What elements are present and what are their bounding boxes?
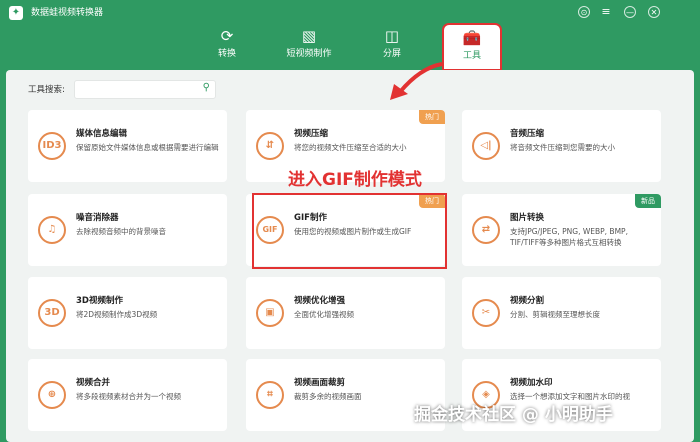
- card-title: 视频画面裁剪: [294, 378, 346, 388]
- audio-compress-icon: ◁|: [472, 132, 500, 160]
- card-noise-remover[interactable]: ♫ 噪音消除器 去除视频音频中的背景噪音: [28, 194, 227, 266]
- crop-icon: ⌗: [256, 381, 284, 409]
- enhance-icon: ▣: [256, 299, 284, 327]
- close-button[interactable]: ✕: [648, 6, 660, 18]
- card-title: 3D视频制作: [76, 296, 123, 306]
- search-input[interactable]: ⚲: [74, 80, 216, 99]
- tab-tools[interactable]: 🧰 工具: [442, 23, 502, 71]
- 3d-icon: 3D: [38, 299, 66, 327]
- image-icon: ▧: [301, 27, 317, 45]
- app-title: 数据蛙视频转换器: [31, 8, 104, 18]
- card-video-enhance[interactable]: ▣ 视频优化增强 全面优化增强视频: [246, 277, 445, 349]
- new-badge: 新品: [635, 194, 661, 208]
- headphones-icon: ♫: [38, 216, 66, 244]
- search-icon[interactable]: ⚲: [203, 82, 210, 93]
- card-image-convert[interactable]: ⇄ 图片转换 支持JPG/JPEG, PNG, WEBP, BMP, TIF/T…: [462, 194, 661, 266]
- card-desc: 将2D视频制作成3D视频: [76, 310, 158, 319]
- card-desc: 去除视频音频中的背景噪音: [76, 227, 166, 236]
- app-window: ✦ 数据蛙视频转换器 ⊙ ≡ — ✕ ⟳ 转换 ▧ 短视频制作 ◫ 分屏 🧰 工…: [0, 0, 700, 442]
- tab-short-video[interactable]: ▧ 短视频制作: [284, 26, 334, 68]
- card-video-split[interactable]: ✂ 视频分割 分割、剪辑视频至理想长度: [462, 277, 661, 349]
- card-media-info[interactable]: ID3 媒体信息编辑 保留原始文件媒体信息或根据需要进行编辑: [28, 110, 227, 182]
- tab-label: 分屏: [382, 49, 401, 59]
- card-desc: 支持JPG/JPEG, PNG, WEBP, BMP, TIF/TIFF等多种图…: [510, 227, 628, 247]
- convert-icon: ⟳: [220, 27, 234, 45]
- app-logo-icon: ✦: [9, 6, 23, 20]
- watermark-text: 掘金技术社区 @ 小明助手: [414, 405, 613, 425]
- card-3d-video[interactable]: 3D 3D视频制作 将2D视频制作成3D视频: [28, 277, 227, 349]
- card-video-merge[interactable]: ⊕ 视频合并 将多段视频素材合并为一个视频: [28, 359, 227, 431]
- feedback-icon[interactable]: ⊙: [578, 6, 590, 18]
- minimize-button[interactable]: —: [624, 6, 636, 18]
- scissors-icon: ✂: [472, 299, 500, 327]
- annotation-arrow-icon: [390, 62, 443, 100]
- gif-highlight-box: [252, 193, 447, 269]
- toolbox-icon: 🧰: [462, 29, 482, 47]
- card-title: 视频优化增强: [294, 296, 346, 306]
- hot-badge: 热门: [419, 110, 445, 124]
- compress-icon: ⇵: [256, 132, 284, 160]
- split-icon: ◫: [384, 27, 400, 45]
- annotation-label: 进入GIF制作模式: [288, 170, 422, 190]
- tab-label: 转换: [217, 49, 236, 59]
- card-title: 视频合并: [76, 378, 111, 388]
- menu-icon[interactable]: ≡: [600, 6, 612, 18]
- card-desc: 将音频文件压缩到您需要的大小: [510, 143, 615, 152]
- tab-label: 工具: [462, 51, 481, 61]
- id3-icon: ID3: [38, 132, 66, 160]
- card-desc: 保留原始文件媒体信息或根据需要进行编辑: [76, 143, 219, 152]
- search-label: 工具搜索:: [28, 85, 65, 95]
- card-title: 视频分割: [510, 296, 545, 306]
- merge-icon: ⊕: [38, 381, 66, 409]
- tab-convert[interactable]: ⟳ 转换: [205, 26, 249, 68]
- image-convert-icon: ⇄: [472, 216, 500, 244]
- card-title: 视频压缩: [294, 129, 329, 139]
- card-desc: 全面优化增强视频: [294, 310, 354, 319]
- card-title: 音频压缩: [510, 129, 545, 139]
- card-audio-compress[interactable]: ◁| 音频压缩 将音频文件压缩到您需要的大小: [462, 110, 661, 182]
- card-title: 图片转换: [510, 213, 545, 223]
- card-title: 噪音消除器: [76, 213, 119, 223]
- card-title: 媒体信息编辑: [76, 129, 128, 139]
- tab-label: 短视频制作: [286, 49, 332, 59]
- title-bar: ✦ 数据蛙视频转换器 ⊙ ≡ — ✕: [0, 0, 700, 24]
- card-desc: 分割、剪辑视频至理想长度: [510, 310, 600, 319]
- card-desc: 将您的视频文件压缩至合适的大小: [294, 143, 407, 152]
- card-title: 视频加水印: [510, 378, 553, 388]
- card-desc: 将多段视频素材合并为一个视频: [76, 392, 181, 401]
